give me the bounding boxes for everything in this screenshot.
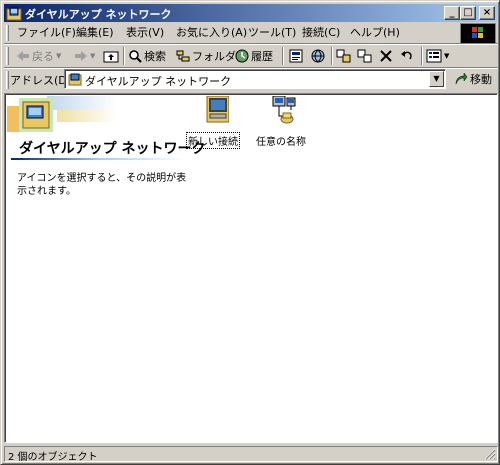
connect-button[interactable] [310, 47, 326, 65]
list-item-label: 任意の名称 [256, 137, 306, 148]
list-item-label: 新しい接続 [186, 132, 240, 149]
back-arrow-icon [17, 51, 29, 61]
banner-title: ダイヤルアップ ネットワーク [19, 141, 206, 157]
menu-help[interactable]: ヘルプ(H) [350, 25, 400, 41]
properties-icon [289, 49, 303, 63]
forward-dropdown-icon[interactable]: ▼ [90, 52, 95, 60]
network-connection-icon [272, 95, 296, 124]
history-button[interactable]: 履歴 [235, 47, 273, 65]
undo-button[interactable] [400, 47, 414, 65]
copy-to-icon [357, 49, 372, 63]
minimize-button[interactable]: _ [444, 6, 460, 20]
banner-graphic [7, 96, 117, 132]
toolbar-grip[interactable] [6, 47, 9, 65]
views-button[interactable]: ▼ [426, 47, 449, 65]
standard-toolbar: 戻る ▼ ▼ 検索 フォルダ 履歴 ▼ [4, 45, 498, 67]
title-bar[interactable]: ダイヤルアップ ネットワーク _ □ × [4, 4, 498, 22]
windows-logo-icon [460, 23, 496, 44]
forward-arrow-icon [75, 51, 87, 61]
views-dropdown-icon[interactable]: ▼ [444, 52, 449, 60]
menu-connect[interactable]: 接続(C) [302, 25, 340, 41]
folders-icon [176, 50, 190, 62]
close-icon: × [482, 7, 492, 18]
list-item-custom-name[interactable]: 任意の名称 [255, 95, 307, 148]
folder-view[interactable]: ダイヤルアップ ネットワーク アイコンを選択すると、その説明が表示されます。 新… [4, 93, 498, 443]
resize-grip-icon[interactable] [484, 448, 496, 460]
history-label: 履歴 [251, 50, 273, 63]
menu-file[interactable]: ファイル(F) [17, 25, 76, 41]
go-label: 移動 [470, 73, 492, 86]
address-bar: アドレス(D) ダイヤルアップ ネットワーク ▼ 移動 [4, 69, 498, 91]
address-input[interactable]: ダイヤルアップ ネットワーク ▼ [64, 69, 446, 89]
undo-icon [401, 51, 412, 60]
toolbar-separator [282, 47, 284, 65]
move-to-icon [336, 49, 351, 63]
menu-favorites[interactable]: お気に入り(A) [176, 25, 247, 41]
menu-view[interactable]: 表示(V) [126, 25, 164, 41]
copy-to-button[interactable] [357, 47, 373, 65]
banner-underline [11, 158, 185, 160]
history-icon [235, 49, 249, 63]
search-label: 検索 [144, 50, 166, 63]
window-title: ダイヤルアップ ネットワーク [25, 8, 172, 21]
address-value: ダイヤルアップ ネットワーク [85, 75, 232, 88]
status-panel: 2 個のオブジェクト [4, 446, 498, 463]
folders-label: フォルダ [192, 50, 236, 63]
dialup-network-icon [6, 7, 22, 21]
info-text: アイコンを選択すると、その説明が表示されます。 [17, 173, 187, 197]
folder-banner: ダイヤルアップ ネットワーク [7, 96, 205, 157]
toolbar-separator [421, 47, 423, 65]
close-button[interactable]: × [479, 6, 495, 20]
menu-tools[interactable]: ツール(T) [248, 25, 296, 41]
delete-button[interactable] [379, 47, 393, 65]
explorer-window: ダイヤルアップ ネットワーク _ □ × ファイル(F) 編集(E) 表示(V)… [0, 0, 500, 465]
forward-button[interactable]: ▼ [74, 47, 95, 65]
back-dropdown-icon[interactable]: ▼ [56, 52, 61, 60]
search-button[interactable]: 検索 [128, 47, 166, 65]
menu-grip[interactable] [6, 25, 9, 41]
up-folder-icon [103, 51, 119, 63]
toolbar-separator [331, 47, 333, 65]
maximize-icon: □ [463, 7, 473, 18]
go-arrow-icon [455, 72, 468, 85]
search-icon [129, 50, 142, 63]
back-label: 戻る [32, 50, 54, 63]
folders-button[interactable]: フォルダ [176, 47, 236, 65]
toolbar-separator [123, 47, 125, 65]
globe-icon [311, 49, 325, 63]
delete-x-icon [380, 50, 392, 62]
address-grip[interactable] [6, 71, 9, 89]
minimize-icon: _ [449, 7, 455, 18]
status-text: 2 個のオブジェクト [8, 452, 98, 463]
back-button[interactable]: 戻る ▼ [16, 47, 61, 65]
address-label: アドレス(D) [10, 74, 72, 87]
menu-bar: ファイル(F) 編集(E) 表示(V) お気に入り(A) ツール(T) 接続(C… [4, 23, 498, 44]
address-dropdown-button[interactable]: ▼ [429, 71, 444, 87]
chevron-down-icon: ▼ [433, 74, 440, 83]
go-button[interactable]: 移動 [454, 70, 492, 88]
up-folder-button[interactable] [103, 47, 119, 65]
menu-edit[interactable]: 編集(E) [76, 25, 114, 41]
properties-button[interactable] [288, 47, 304, 65]
dialup-folder-icon [68, 73, 82, 86]
views-icon [426, 49, 442, 63]
new-connection-icon [206, 95, 230, 123]
list-item-new-connection[interactable]: 新しい接続 [186, 95, 240, 149]
move-to-button[interactable] [336, 47, 352, 65]
status-bar: 2 個のオブジェクト [4, 445, 498, 463]
maximize-button[interactable]: □ [460, 6, 476, 20]
